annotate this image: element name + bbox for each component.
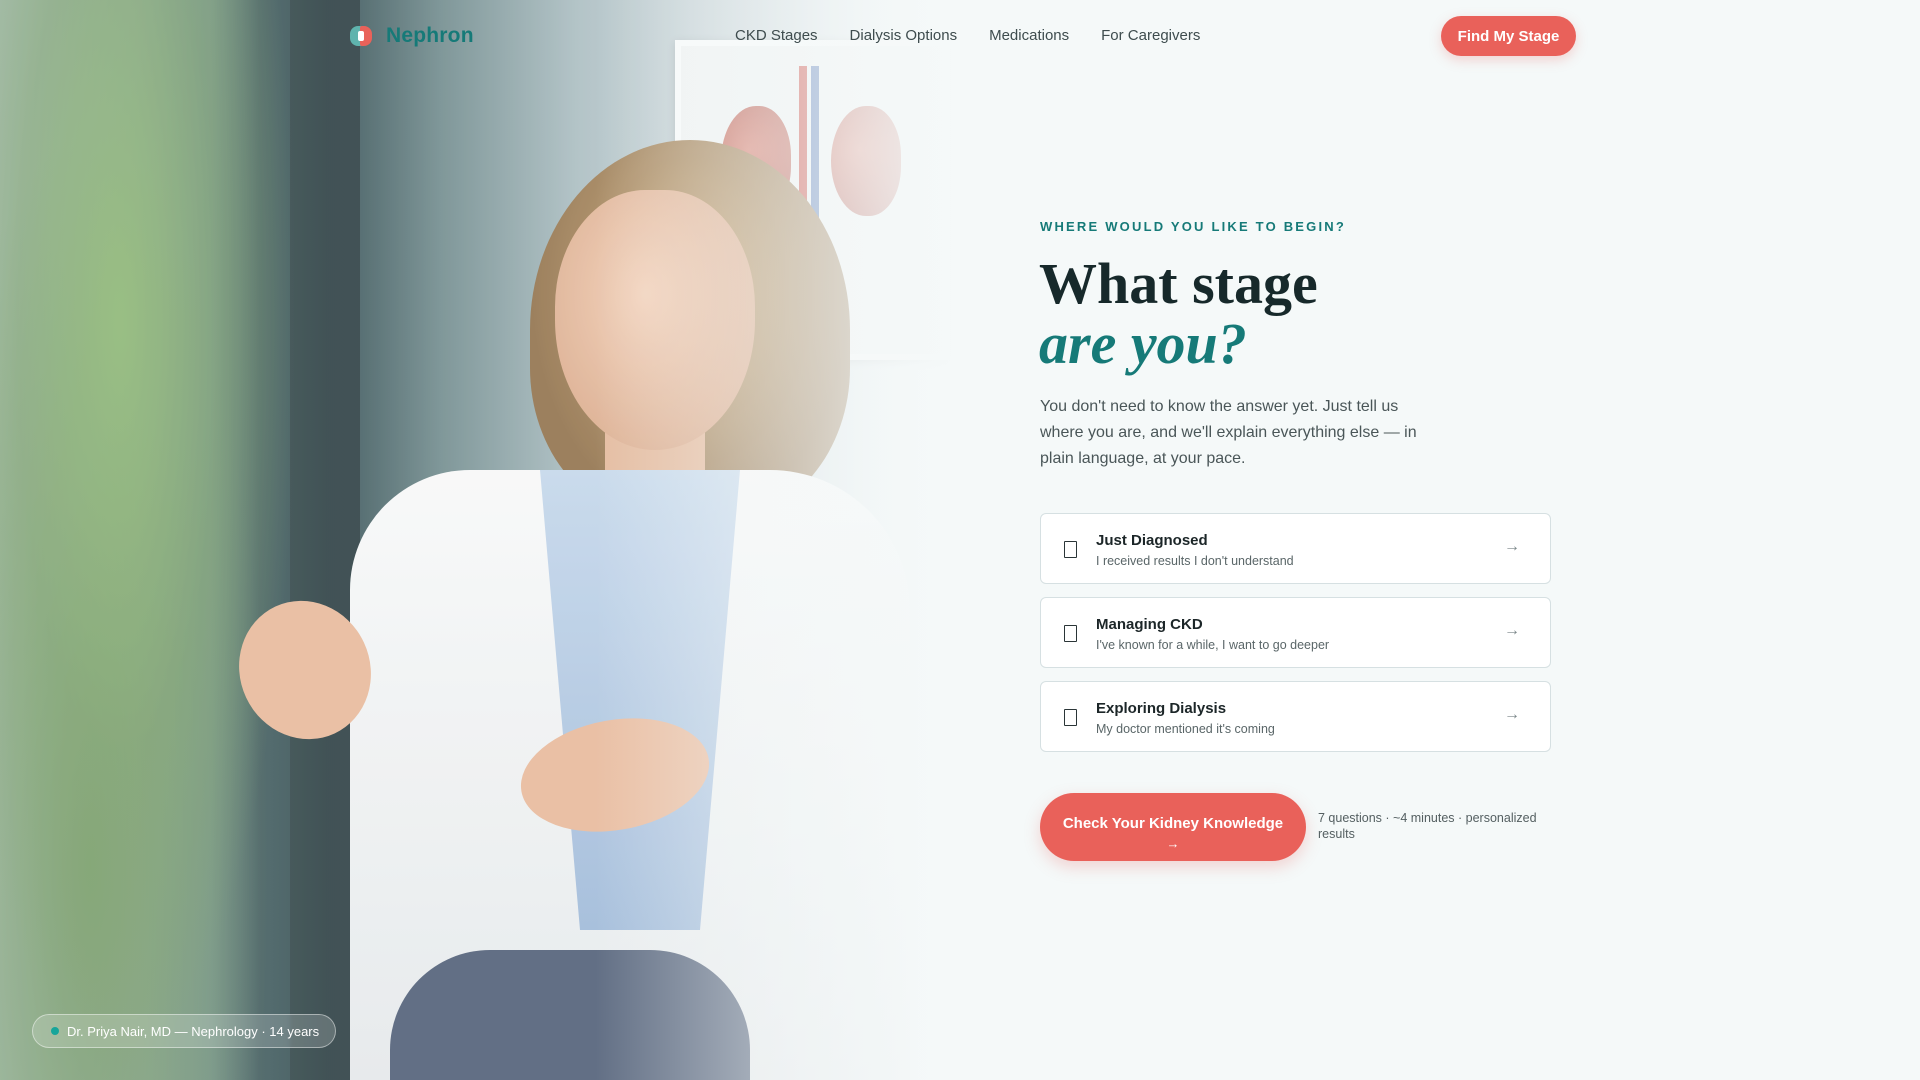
- brand-name: Nephron: [386, 24, 474, 47]
- hero-eyebrow: WHERE WOULD YOU LIKE TO BEGIN?: [1040, 219, 1347, 234]
- option-title: Just Diagnosed: [1096, 532, 1208, 549]
- checkbox-icon[interactable]: [1064, 541, 1077, 558]
- quiz-button-label: Check Your Kidney Knowledge: [1062, 815, 1284, 832]
- find-my-stage-button[interactable]: Find My Stage: [1441, 16, 1576, 56]
- arrow-right-icon: →: [1166, 836, 1180, 851]
- option-exploring-dialysis[interactable]: Exploring Dialysis My doctor mentioned i…: [1040, 681, 1551, 752]
- option-just-diagnosed[interactable]: Just Diagnosed I received results I don'…: [1040, 513, 1551, 584]
- quiz-meta-text: 7 questions · ~4 minutes · personalized …: [1318, 811, 1537, 841]
- kidney-logo-icon: [350, 24, 372, 48]
- option-subtitle: My doctor mentioned it's coming: [1096, 722, 1275, 736]
- option-subtitle: I received results I don't understand: [1096, 554, 1294, 568]
- nav-links: CKD Stages Dialysis Options Medications …: [735, 27, 1232, 44]
- option-subtitle: I've known for a while, I want to go dee…: [1096, 638, 1330, 652]
- arrow-right-icon: →: [1504, 622, 1520, 639]
- doctor-caption-pill: Dr. Priya Nair, MD — Nephrology · 14 yea…: [32, 1014, 337, 1048]
- hero-lede: You don't need to know the answer yet. J…: [1040, 398, 1417, 467]
- photo-fade-overlay: [0, 0, 960, 1080]
- nav-link-ckd-stages[interactable]: CKD Stages: [735, 27, 818, 44]
- arrow-right-icon: →: [1504, 706, 1520, 723]
- nav-link-for-caregivers[interactable]: For Caregivers: [1101, 27, 1200, 44]
- status-dot-icon: [51, 1027, 59, 1035]
- hero-headline: What stage are you?: [1039, 254, 1318, 374]
- checkbox-icon[interactable]: [1064, 709, 1077, 726]
- stage-options: Just Diagnosed I received results I don'…: [1040, 513, 1551, 765]
- headline-line-1: What stage: [1039, 251, 1318, 316]
- headline-line-2: are you?: [1039, 311, 1247, 376]
- option-title: Exploring Dialysis: [1096, 700, 1227, 717]
- hero-photo: [0, 0, 960, 1080]
- nav-link-dialysis-options[interactable]: Dialysis Options: [850, 27, 958, 44]
- check-kidney-knowledge-button[interactable]: Check Your Kidney Knowledge →: [1040, 793, 1306, 861]
- top-navbar: Nephron CKD Stages Dialysis Options Medi…: [0, 0, 1920, 72]
- checkbox-icon[interactable]: [1064, 625, 1077, 642]
- option-managing-ckd[interactable]: Managing CKD I've known for a while, I w…: [1040, 597, 1551, 668]
- nav-link-medications[interactable]: Medications: [989, 27, 1069, 44]
- brand-logo[interactable]: Nephron: [350, 24, 474, 48]
- option-title: Managing CKD: [1096, 616, 1203, 633]
- arrow-right-icon: →: [1504, 538, 1520, 555]
- doctor-caption-text: Dr. Priya Nair, MD — Nephrology · 14 yea…: [67, 1023, 320, 1039]
